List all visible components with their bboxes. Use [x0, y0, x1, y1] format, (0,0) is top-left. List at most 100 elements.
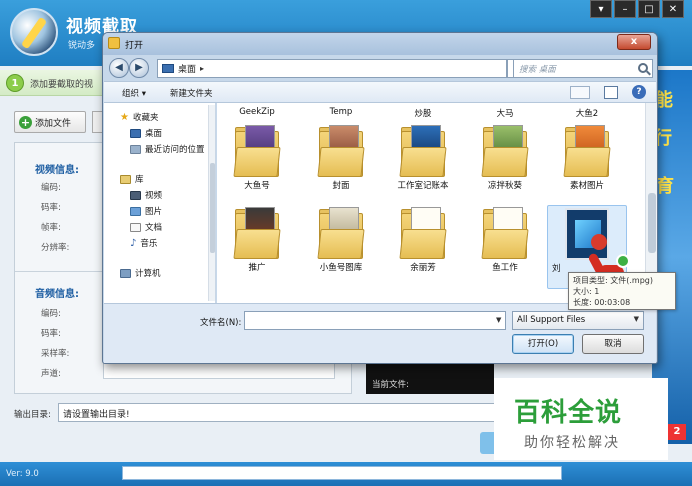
- cancel-button[interactable]: 取消: [582, 334, 644, 354]
- new-folder-button[interactable]: 新建文件夹: [170, 87, 213, 99]
- video-framerate-label: 帧率:: [41, 223, 61, 233]
- step-number-badge: 1: [6, 74, 24, 92]
- folder-item[interactable]: 推广: [217, 207, 297, 273]
- chevron-down-icon: ▼: [633, 315, 639, 323]
- folder-icon: [399, 125, 447, 177]
- computer-icon: [120, 268, 131, 278]
- ad-page-badge[interactable]: 2: [668, 424, 686, 440]
- address-bar[interactable]: 桌面 ▸: [157, 59, 507, 78]
- watermark-subtitle: 助你轻松解决: [524, 435, 620, 451]
- nav-documents-label: 文档: [145, 223, 163, 233]
- folder-item[interactable]: 素材图片: [547, 125, 627, 191]
- green-badge-icon: [616, 254, 630, 268]
- nav-music[interactable]: ♪ 音乐: [130, 237, 158, 250]
- nav-computer-label: 计算机: [135, 269, 161, 279]
- folder-name: 鱼工作: [492, 263, 518, 273]
- folder-icon: [563, 125, 611, 177]
- back-arrow-icon[interactable]: ◀: [109, 58, 129, 78]
- minimize-icon[interactable]: –: [614, 0, 636, 18]
- maximize-icon[interactable]: □: [638, 0, 660, 18]
- close-icon[interactable]: ✕: [662, 0, 684, 18]
- video-info-title: 视频信息:: [35, 165, 79, 176]
- folder-item[interactable]: 鱼工作: [465, 207, 545, 273]
- ad-text-3: 育: [656, 176, 674, 197]
- forward-arrow-icon[interactable]: ▶: [129, 58, 149, 78]
- nav-recent[interactable]: 最近访问的位置: [130, 143, 205, 155]
- menu-dropdown-icon[interactable]: ▾: [590, 0, 612, 18]
- video-library-icon: [130, 190, 141, 200]
- folder-icon: [233, 207, 281, 259]
- nav-favorites[interactable]: ★ 收藏夹: [120, 111, 159, 124]
- organize-menu[interactable]: 组织 ▾: [122, 87, 146, 99]
- progress-bar: [122, 466, 562, 480]
- dialog-bottom-area: 文件名(N): ▼ All Support Files ▼ 打开(O) 取消: [104, 303, 656, 363]
- file-name[interactable]: 炒股: [383, 107, 463, 119]
- filename-input[interactable]: [244, 311, 506, 330]
- plus-icon: +: [19, 115, 32, 129]
- nav-desktop[interactable]: 桌面: [130, 127, 162, 139]
- navigation-pane: ★ 收藏夹 桌面 最近访问的位置 库 视频 图片 文档 ♪ 音乐 计算机: [104, 103, 216, 303]
- output-row: 输出目录: 请设置输出目录!: [14, 402, 498, 424]
- recent-places-icon: [130, 144, 141, 154]
- folder-item[interactable]: 封面: [301, 125, 381, 191]
- audio-codec-label: 编码:: [41, 309, 61, 319]
- folder-item[interactable]: 小鱼号图库: [301, 207, 381, 273]
- file-name[interactable]: GeekZip: [217, 107, 297, 117]
- file-list-scroll-thumb[interactable]: [648, 193, 656, 253]
- nav-videos[interactable]: 视频: [130, 189, 162, 201]
- nav-libraries-label: 库: [135, 175, 144, 185]
- open-button[interactable]: 打开(O): [512, 334, 574, 354]
- filename-label: 文件名(N):: [200, 318, 242, 328]
- library-icon: [120, 174, 131, 184]
- folder-item[interactable]: 余丽芳: [383, 207, 463, 273]
- folder-item[interactable]: 工作室记账本: [383, 125, 463, 191]
- folder-icon: [317, 207, 365, 259]
- file-name[interactable]: 大马: [465, 107, 545, 119]
- folder-name: 工作室记账本: [397, 181, 449, 191]
- nav-music-label: 音乐: [140, 239, 158, 249]
- nav-scrollbar[interactable]: [208, 105, 215, 301]
- add-file-button[interactable]: + 添加文件: [14, 111, 86, 133]
- preview-pane-icon[interactable]: [604, 86, 618, 99]
- breadcrumb-chevron-icon[interactable]: ▸: [200, 64, 204, 73]
- nav-desktop-label: 桌面: [145, 129, 163, 139]
- folder-name: 素材图片: [569, 181, 604, 191]
- audio-samplerate-label: 采样率:: [41, 349, 70, 359]
- file-type-select[interactable]: All Support Files ▼: [512, 311, 644, 330]
- folder-name: 凉拌秋葵: [487, 181, 522, 191]
- dialog-toolbar: 组织 ▾ 新建文件夹 ?: [104, 81, 656, 103]
- view-options-icon[interactable]: [570, 86, 590, 99]
- nav-recent-label: 最近访问的位置: [145, 145, 205, 155]
- pictures-icon: [130, 206, 141, 216]
- nav-favorites-label: 收藏夹: [132, 113, 159, 123]
- star-icon: ★: [120, 111, 129, 123]
- folder-name: 推广: [248, 263, 266, 273]
- folder-item[interactable]: 大鱼号: [217, 125, 297, 191]
- dialog-close-button[interactable]: x: [617, 34, 651, 50]
- search-input[interactable]: 搜索 桌面: [513, 59, 653, 78]
- output-dir-field[interactable]: 请设置输出目录!: [58, 403, 498, 422]
- folder-name: 封面: [332, 181, 350, 191]
- search-icon[interactable]: [638, 63, 648, 73]
- nav-scroll-thumb[interactable]: [210, 163, 215, 253]
- address-text: 桌面: [178, 65, 197, 75]
- folder-name: 余丽芳: [410, 263, 436, 273]
- file-name[interactable]: Temp: [301, 107, 381, 117]
- file-name[interactable]: 大鱼2: [547, 107, 627, 119]
- video-bitrate-label: 码率:: [41, 203, 61, 213]
- watermark: 百科全说 助你轻松解决: [494, 378, 668, 460]
- dialog-folder-icon: [108, 37, 120, 49]
- nav-computer[interactable]: 计算机: [120, 267, 161, 279]
- file-tooltip: 项目类型: 文件(.mpg) 大小: 1 长度: 00:03:08: [568, 272, 676, 310]
- folder-item[interactable]: 凉拌秋葵: [465, 125, 545, 191]
- dialog-titlebar[interactable]: 打开 x: [103, 33, 657, 55]
- nav-libraries[interactable]: 库: [120, 173, 144, 185]
- nav-documents[interactable]: 文档: [130, 221, 162, 233]
- version-label: Ver: 9.0: [6, 469, 39, 479]
- documents-icon: [130, 222, 141, 232]
- folder-icon: [233, 125, 281, 177]
- video-resolution-label: 分辨率:: [41, 243, 70, 253]
- nav-pictures[interactable]: 图片: [130, 205, 162, 217]
- desktop-icon: [130, 128, 141, 138]
- help-icon[interactable]: ?: [632, 85, 646, 99]
